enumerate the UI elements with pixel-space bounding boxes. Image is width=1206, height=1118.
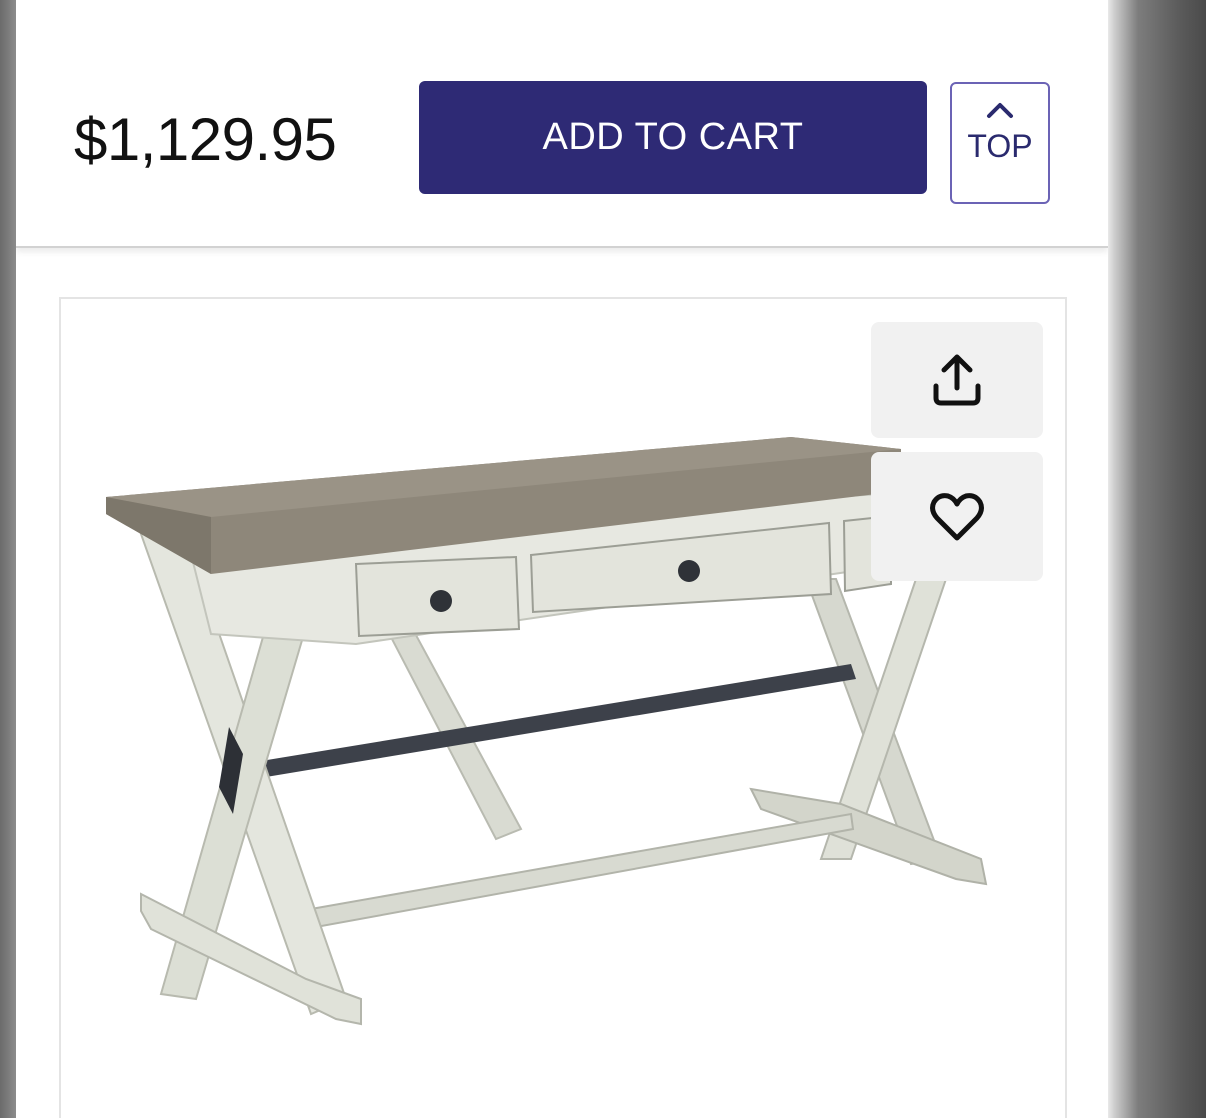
chevron-up-icon	[987, 103, 1013, 118]
share-button[interactable]	[871, 322, 1043, 438]
add-to-cart-button[interactable]: ADD TO CART	[419, 81, 927, 194]
product-image-card	[59, 297, 1067, 1118]
product-page: $1,129.95 ADD TO CART TOP	[16, 0, 1108, 1118]
right-screen-edge	[1108, 0, 1206, 1118]
back-to-top-label: TOP	[967, 128, 1033, 164]
back-to-top-button[interactable]: TOP	[950, 82, 1050, 204]
sticky-buy-bar: $1,129.95 ADD TO CART TOP	[16, 0, 1108, 248]
wishlist-button[interactable]	[871, 452, 1043, 581]
left-screen-edge	[0, 0, 16, 1118]
heart-icon	[930, 492, 984, 540]
product-price: $1,129.95	[74, 106, 337, 173]
share-icon	[933, 354, 981, 406]
